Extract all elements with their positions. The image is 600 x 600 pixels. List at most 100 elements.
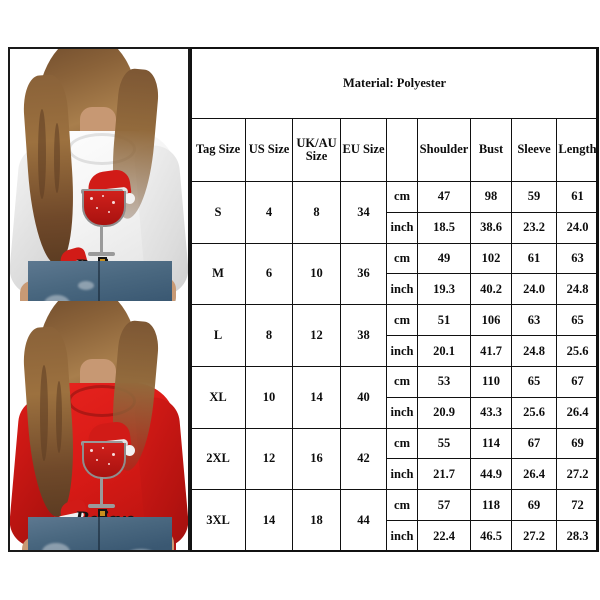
cell-shoulder-inch: 22.4 <box>417 520 471 552</box>
cell-us-size: 6 <box>245 242 293 306</box>
cell-tag-size: 2XL <box>190 427 246 491</box>
header-bust: Bust <box>470 118 512 182</box>
header-tag-size: Tag Size <box>190 118 246 182</box>
cell-unit-cm: cm <box>386 181 418 213</box>
cell-sleeve-inch: 23.2 <box>511 211 557 244</box>
cell-shoulder-cm: 57 <box>417 489 471 522</box>
cell-unit-inch: inch <box>386 458 418 491</box>
cell-length-cm: 63 <box>555 242 600 275</box>
cell-unit-cm: cm <box>386 365 418 398</box>
cell-uk-au-size: 14 <box>292 365 341 429</box>
cell-length-cm: 61 <box>555 181 600 213</box>
cell-sleeve-inch: 25.6 <box>511 396 557 429</box>
table-row: S 4 8 34 cm 47 98 59 61 <box>190 181 600 244</box>
cell-bust-cm: 118 <box>470 489 512 522</box>
cell-length-inch: 25.6 <box>555 335 600 367</box>
cell-shoulder-cm: 51 <box>417 304 471 337</box>
cell-bust-inch: 46.5 <box>470 520 512 552</box>
cell-length-cm: 72 <box>555 489 600 522</box>
header-uk-au-size: UK/AU Size <box>292 118 341 182</box>
cell-length-inch: 24.8 <box>555 273 600 306</box>
header-us-size: US Size <box>245 118 293 182</box>
cell-sleeve-cm: 61 <box>511 242 557 275</box>
table-row: 2XL 12 16 42 cm 55 114 67 69 <box>190 427 600 491</box>
cell-length-inch: 27.2 <box>555 458 600 491</box>
hair-wave <box>54 123 60 193</box>
wine-glass-stem <box>100 477 103 505</box>
cell-unit-inch: inch <box>386 335 418 367</box>
cell-unit-cm: cm <box>386 304 418 337</box>
cell-sleeve-inch: 27.2 <box>511 520 557 552</box>
cell-bust-cm: 114 <box>470 427 512 460</box>
cell-eu-size: 34 <box>340 181 387 244</box>
cell-shoulder-inch: 18.5 <box>417 211 471 244</box>
cell-tag-size: L <box>190 304 246 367</box>
cell-shoulder-cm: 53 <box>417 365 471 398</box>
cell-shoulder-cm: 55 <box>417 427 471 460</box>
table-row: 3XL 14 18 44 cm 57 118 69 72 <box>190 489 600 552</box>
cell-length-inch: 26.4 <box>555 396 600 429</box>
table-row: XL 10 14 40 cm 53 110 65 67 <box>190 365 600 429</box>
cell-us-size: 8 <box>245 304 293 367</box>
cell-bust-cm: 102 <box>470 242 512 275</box>
cell-shoulder-cm: 47 <box>417 181 471 213</box>
cell-length-inch: 28.3 <box>555 520 600 552</box>
cell-us-size: 4 <box>245 181 293 244</box>
cell-bust-cm: 110 <box>470 365 512 398</box>
cell-shoulder-cm: 49 <box>417 242 471 275</box>
cell-unit-inch: inch <box>386 273 418 306</box>
cell-length-cm: 67 <box>555 365 600 398</box>
cell-bust-inch: 41.7 <box>470 335 512 367</box>
header-eu-size: EU Size <box>340 118 387 182</box>
cell-tag-size: 3XL <box>190 489 246 552</box>
hair-wave <box>40 365 48 461</box>
cell-uk-au-size: 12 <box>292 304 341 367</box>
cell-unit-inch: inch <box>386 520 418 552</box>
cell-bust-cm: 106 <box>470 304 512 337</box>
cell-sleeve-inch: 26.4 <box>511 458 557 491</box>
wine-glass-icon <box>82 191 126 227</box>
cell-uk-au-size: 18 <box>292 489 341 552</box>
material-row: Material: Polyester <box>189 47 600 119</box>
cell-us-size: 12 <box>245 427 293 491</box>
cell-uk-au-size: 16 <box>292 427 341 491</box>
table-row: M 6 10 36 cm 49 102 61 63 <box>190 242 600 306</box>
hair-wave <box>38 109 46 199</box>
table-row: L 8 12 38 cm 51 106 63 65 <box>190 304 600 367</box>
cell-length-cm: 69 <box>555 427 600 460</box>
cell-eu-size: 40 <box>340 365 387 429</box>
cell-eu-size: 44 <box>340 489 387 552</box>
cell-bust-inch: 44.9 <box>470 458 512 491</box>
cell-sleeve-cm: 67 <box>511 427 557 460</box>
cell-shoulder-inch: 20.9 <box>417 396 471 429</box>
cell-sleeve-cm: 69 <box>511 489 557 522</box>
size-chart-table: Material: Polyester Tag Size US Size UK/… <box>189 47 600 552</box>
cell-tag-size: M <box>190 242 246 306</box>
cell-tag-size: XL <box>190 365 246 429</box>
cell-uk-au-size: 8 <box>292 181 341 244</box>
product-photo-panel: Believe <box>8 47 190 552</box>
cell-unit-cm: cm <box>386 489 418 522</box>
cell-us-size: 10 <box>245 365 293 429</box>
cell-sleeve-cm: 65 <box>511 365 557 398</box>
header-length: Length <box>555 118 600 182</box>
cell-shoulder-inch: 19.3 <box>417 273 471 306</box>
cell-sleeve-cm: 63 <box>511 304 557 337</box>
cell-bust-inch: 40.2 <box>470 273 512 306</box>
cell-eu-size: 42 <box>340 427 387 491</box>
size-chart-table-container: Material: Polyester Tag Size US Size UK/… <box>189 47 600 552</box>
cell-bust-cm: 98 <box>470 181 512 213</box>
cell-eu-size: 36 <box>340 242 387 306</box>
model-jeans <box>28 517 172 550</box>
red-sweatshirt-photo: Believe <box>10 301 188 550</box>
cell-us-size: 14 <box>245 489 293 552</box>
cell-bust-inch: 38.6 <box>470 211 512 244</box>
material-label: Material: Polyester <box>189 47 600 119</box>
wine-glass-icon <box>82 443 126 479</box>
cell-unit-inch: inch <box>386 211 418 244</box>
header-unit <box>386 118 418 182</box>
cell-uk-au-size: 10 <box>292 242 341 306</box>
header-sleeve: Sleeve <box>511 118 557 182</box>
page-canvas: Believe <box>0 0 600 600</box>
cell-shoulder-inch: 21.7 <box>417 458 471 491</box>
